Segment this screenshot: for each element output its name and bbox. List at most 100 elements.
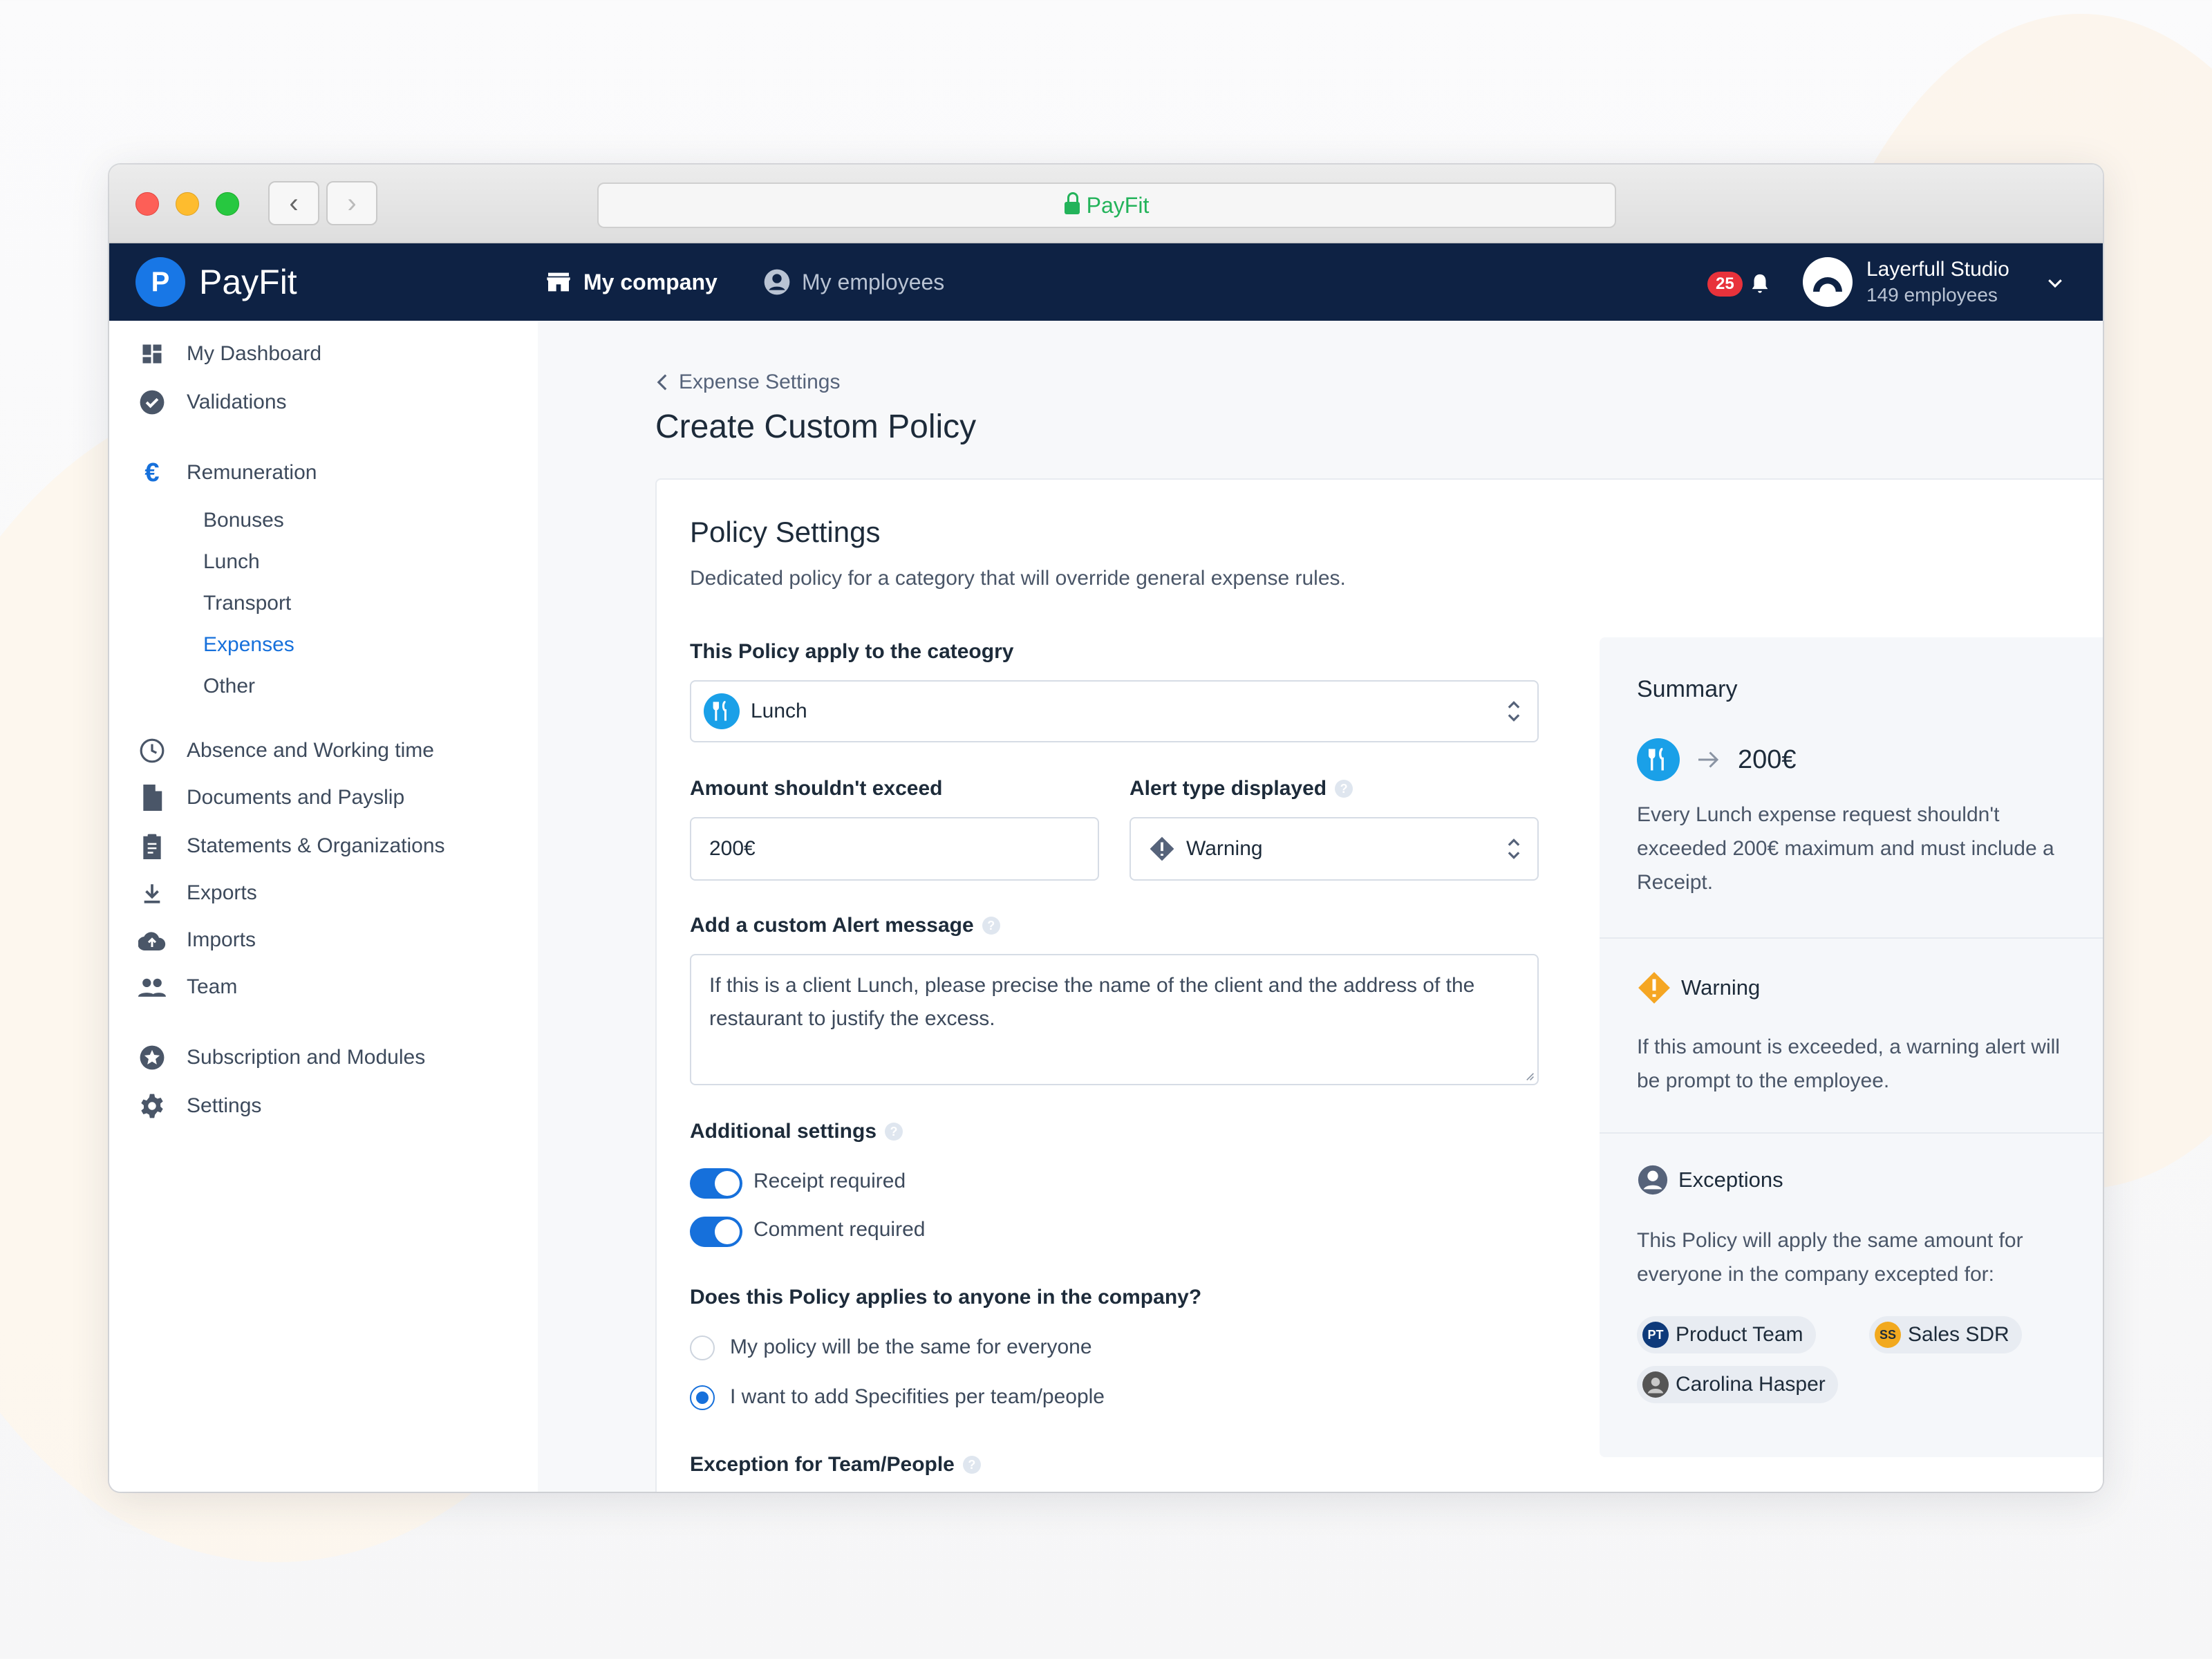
sidebar-item-validations[interactable]: Validations: [138, 388, 287, 416]
browser-titlebar: ‹ › PayFit: [109, 165, 2103, 243]
help-icon[interactable]: ?: [962, 1456, 981, 1474]
nav-my-employees-label: My employees: [802, 269, 945, 294]
help-icon[interactable]: ?: [885, 1123, 903, 1141]
close-window-button[interactable]: [135, 192, 159, 216]
page-title: Create Custom Policy: [655, 409, 977, 445]
sidebar-sub-transport[interactable]: Transport: [203, 592, 291, 615]
sidebar-item-label: Settings: [187, 1094, 262, 1117]
divider: [1600, 937, 2103, 939]
address-bar[interactable]: PayFit: [597, 182, 1616, 228]
summary-warning-text: If this amount is exceeded, a warning al…: [1637, 1035, 2060, 1092]
person-avatar: [1642, 1371, 1669, 1398]
alert-type-label: Alert type displayed ?: [1130, 777, 1353, 800]
policy-scope-label: Does this Policy applies to anyone in th…: [690, 1286, 1202, 1309]
additional-settings-label: Additional settings ?: [690, 1120, 903, 1143]
comment-required-label: Comment required: [753, 1218, 926, 1241]
warning-diamond-icon: [1150, 836, 1174, 861]
dashboard-icon: [138, 340, 166, 368]
help-icon[interactable]: ?: [1335, 780, 1353, 798]
policy-settings-card: Policy Settings Dedicated policy for a c…: [655, 478, 2103, 1492]
sidebar-item-label: Imports: [187, 928, 256, 951]
radio-same-for-everyone[interactable]: [690, 1335, 715, 1360]
user-circle-icon: [764, 269, 790, 295]
sidebar-item-statements[interactable]: Statements & Organizations: [138, 832, 445, 860]
sidebar-item-label: Validations: [187, 391, 287, 413]
sidebar-item-remuneration[interactable]: € Remuneration: [138, 458, 317, 487]
chip-avatar: SS: [1875, 1322, 1901, 1348]
nav-my-employees[interactable]: My employees: [763, 243, 944, 321]
account-name: Layerfull Studio: [1866, 258, 2009, 281]
cutlery-icon: [704, 693, 740, 729]
clock-icon: [138, 737, 166, 765]
comment-required-toggle[interactable]: [690, 1217, 742, 1247]
browser-window: ‹ › PayFit P PayFit My company My employ…: [109, 165, 2103, 1492]
sidebar-item-label: Statements & Organizations: [187, 834, 445, 857]
sidebar-item-imports[interactable]: Imports: [138, 926, 256, 954]
sidebar-sub-bonuses[interactable]: Bonuses: [203, 509, 284, 532]
alert-type-select[interactable]: Warning: [1130, 817, 1539, 881]
sidebar-item-label: Remuneration: [187, 461, 317, 484]
bell-icon: [1752, 274, 1768, 293]
layerfull-logo-icon: [1813, 277, 1842, 292]
cutlery-icon: [1637, 738, 1680, 781]
chevron-left-icon: ‹: [289, 187, 299, 218]
alert-message-textarea[interactable]: If this is a client Lunch, please precis…: [690, 954, 1539, 1085]
summary-exceptions-heading: Exceptions: [1637, 1164, 1783, 1196]
forward-button[interactable]: ›: [326, 181, 377, 225]
euro-icon: €: [144, 458, 160, 487]
receipt-required-toggle[interactable]: [690, 1168, 742, 1199]
exception-chip-product-team[interactable]: PT Product Team: [1637, 1316, 1816, 1353]
chevron-right-icon: ›: [347, 187, 357, 218]
sidebar-item-documents[interactable]: Documents and Payslip: [138, 784, 404, 812]
nav-my-company-label: My company: [583, 269, 718, 294]
category-value: Lunch: [751, 700, 807, 722]
sidebar-item-team[interactable]: Team: [138, 973, 237, 1001]
resize-handle-icon[interactable]: [1524, 1070, 1535, 1081]
summary-amount: 200€: [1738, 744, 1797, 774]
exception-chip-carolina-hasper[interactable]: Carolina Hasper: [1637, 1366, 1838, 1403]
account-switcher[interactable]: Layerfull Studio 149 employees: [1803, 257, 2009, 307]
summary-text: Every Lunch expense request shouldn't ex…: [1637, 803, 2054, 894]
breadcrumb[interactable]: Expense Settings: [655, 371, 840, 394]
warning-diamond-icon: [1638, 972, 1670, 1004]
summary-warning-heading: Warning: [1637, 971, 1760, 1005]
gear-icon: [138, 1092, 166, 1120]
sidebar-sub-other[interactable]: Other: [203, 675, 255, 698]
chevron-down-icon[interactable]: [2045, 272, 2065, 293]
sidebar-sub-expenses[interactable]: Expenses: [203, 633, 294, 657]
breadcrumb-label: Expense Settings: [679, 371, 841, 393]
sidebar-item-subscription[interactable]: Subscription and Modules: [138, 1044, 425, 1071]
check-circle-icon: [138, 388, 166, 416]
exception-chip-sales-sdr[interactable]: SS Sales SDR: [1869, 1316, 2022, 1353]
amount-label: Amount shouldn't exceed: [690, 777, 943, 800]
sidebar-item-label: Team: [187, 975, 238, 998]
sidebar: My Dashboard Validations € Remuneration …: [109, 321, 538, 1492]
select-arrows-icon: [1508, 701, 1520, 722]
nav-my-company[interactable]: My company: [545, 243, 718, 321]
category-select[interactable]: Lunch: [690, 680, 1539, 742]
document-icon: [138, 784, 166, 812]
user-circle-icon: [1638, 1165, 1668, 1195]
maximize-window-button[interactable]: [216, 192, 239, 216]
sidebar-sub-lunch[interactable]: Lunch: [203, 550, 260, 574]
sidebar-item-settings[interactable]: Settings: [138, 1092, 261, 1120]
amount-input[interactable]: 200€: [690, 817, 1099, 881]
sidebar-item-label: Exports: [187, 881, 257, 904]
brand-logo-link[interactable]: P PayFit: [135, 257, 297, 307]
alert-message-label: Add a custom Alert message ?: [690, 914, 1000, 937]
star-icon: [138, 1044, 166, 1071]
back-button[interactable]: ‹: [268, 181, 319, 225]
chip-label: Product Team: [1676, 1323, 1803, 1346]
sidebar-item-absence[interactable]: Absence and Working time: [138, 737, 434, 765]
sidebar-item-dashboard[interactable]: My Dashboard: [138, 340, 321, 368]
app-header: P PayFit My company My employees 25 Laye…: [109, 243, 2103, 321]
radio-specificities[interactable]: [690, 1385, 715, 1410]
notifications-button[interactable]: 25: [1707, 271, 1772, 297]
help-icon[interactable]: ?: [982, 917, 1000, 935]
cloud-upload-icon: [138, 926, 166, 954]
brand-name: PayFit: [199, 263, 297, 301]
amount-value: 200€: [709, 837, 756, 860]
chip-avatar: PT: [1642, 1322, 1669, 1348]
sidebar-item-exports[interactable]: Exports: [138, 879, 257, 907]
minimize-window-button[interactable]: [176, 192, 199, 216]
